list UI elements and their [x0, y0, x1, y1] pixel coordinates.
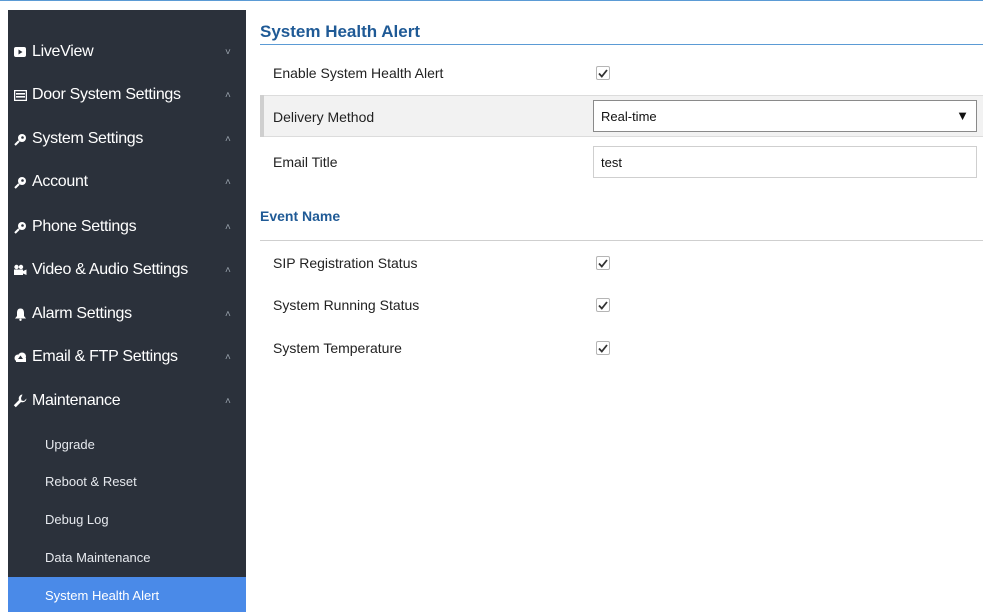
- checkmark-icon: [598, 258, 608, 268]
- email-title-label: Email Title: [273, 154, 338, 170]
- sidebar-subitem-label: System Health Alert: [45, 587, 160, 603]
- key-icon: [12, 174, 28, 190]
- chevron-up-icon: ˄: [225, 221, 231, 233]
- sidebar-item-account[interactable]: Account ˄: [8, 167, 246, 197]
- sidebar-item-label: Account: [32, 173, 88, 190]
- dropdown-arrow-icon: ▼: [956, 108, 969, 123]
- system-temperature-checkbox[interactable]: [596, 341, 610, 355]
- bell-icon: [12, 306, 28, 322]
- page-title: System Health Alert: [260, 22, 420, 41]
- sidebar-item-email-ftp-settings[interactable]: Email & FTP Settings ˄: [8, 342, 246, 372]
- sidebar-subitem-label: Debug Log: [45, 511, 109, 527]
- chevron-up-icon: ˄: [225, 176, 231, 188]
- sidebar-subitem-label: Data Maintenance: [45, 549, 151, 565]
- event-label-running: System Running Status: [273, 297, 420, 313]
- enable-label: Enable System Health Alert: [273, 65, 444, 81]
- sidebar-item-label: Video & Audio Settings: [32, 261, 188, 278]
- sidebar-subitem-label: Reboot & Reset: [45, 473, 137, 489]
- sidebar-item-system-settings[interactable]: System Settings ˄: [8, 124, 246, 154]
- sidebar-item-label: LiveView: [32, 43, 94, 60]
- sip-registration-checkbox[interactable]: [596, 256, 610, 270]
- chevron-up-icon: ˄: [225, 351, 231, 363]
- delivery-method-value: Real-time: [601, 108, 657, 124]
- sidebar-item-liveview[interactable]: LiveView ˅: [8, 37, 246, 67]
- sidebar-subitem-debug-log[interactable]: Debug Log: [8, 501, 246, 537]
- sidebar-item-door-system-settings[interactable]: Door System Settings ˄: [8, 80, 246, 110]
- sidebar-item-label: Alarm Settings: [32, 305, 132, 322]
- chevron-up-icon: ˄: [225, 264, 231, 276]
- sidebar-item-alarm-settings[interactable]: Alarm Settings ˄: [8, 299, 246, 329]
- chevron-up-icon: ˄: [225, 308, 231, 320]
- door-icon: [12, 87, 28, 103]
- section-divider: [260, 240, 983, 241]
- sidebar-item-phone-settings[interactable]: Phone Settings ˄: [8, 212, 246, 242]
- checkmark-icon: [598, 300, 608, 310]
- sidebar-subitem-data-maintenance[interactable]: Data Maintenance: [8, 539, 246, 575]
- event-label-sip: SIP Registration Status: [273, 255, 418, 271]
- sidebar-item-label: Maintenance: [32, 392, 121, 409]
- enable-checkbox[interactable]: [596, 66, 610, 80]
- checkmark-icon: [598, 68, 608, 78]
- sidebar-subitem-upgrade[interactable]: Upgrade: [8, 426, 246, 462]
- sidebar: LiveView ˅ Door System Settings ˄ System…: [8, 10, 246, 612]
- chevron-up-icon: ˄: [225, 133, 231, 145]
- key-icon: [12, 131, 28, 147]
- section-title: Event Name: [260, 208, 341, 224]
- delivery-row-accent: [260, 95, 264, 137]
- checkmark-icon: [598, 343, 608, 353]
- sidebar-subitem-reboot-reset[interactable]: Reboot & Reset: [8, 463, 246, 499]
- camera-icon: [12, 262, 28, 278]
- title-divider: [260, 44, 983, 45]
- chevron-up-icon: ˄: [225, 89, 231, 101]
- sidebar-item-label: Email & FTP Settings: [32, 348, 178, 365]
- system-running-checkbox[interactable]: [596, 298, 610, 312]
- play-icon: [12, 44, 28, 60]
- key-icon: [12, 219, 28, 235]
- sidebar-item-label: Phone Settings: [32, 218, 137, 235]
- delivery-method-label: Delivery Method: [273, 109, 375, 125]
- sidebar-subitem-system-health-alert[interactable]: System Health Alert: [8, 577, 246, 612]
- sidebar-item-video-audio-settings[interactable]: Video & Audio Settings ˄: [8, 255, 246, 285]
- chevron-up-icon: ˄: [225, 395, 231, 407]
- sidebar-item-label: Door System Settings: [32, 86, 181, 103]
- email-title-input[interactable]: test: [593, 146, 977, 178]
- sidebar-item-label: System Settings: [32, 130, 144, 147]
- wrench-icon: [12, 393, 28, 409]
- delivery-method-select[interactable]: Real-time ▼: [593, 100, 977, 132]
- chevron-down-icon: ˅: [225, 46, 231, 58]
- sidebar-subitem-label: Upgrade: [45, 436, 95, 452]
- main-content: System Health Alert Enable System Health…: [246, 0, 983, 612]
- sidebar-item-maintenance[interactable]: Maintenance ˄: [8, 386, 246, 416]
- cloud-icon: [12, 349, 28, 365]
- email-title-value: test: [601, 154, 622, 170]
- event-label-temperature: System Temperature: [273, 340, 402, 356]
